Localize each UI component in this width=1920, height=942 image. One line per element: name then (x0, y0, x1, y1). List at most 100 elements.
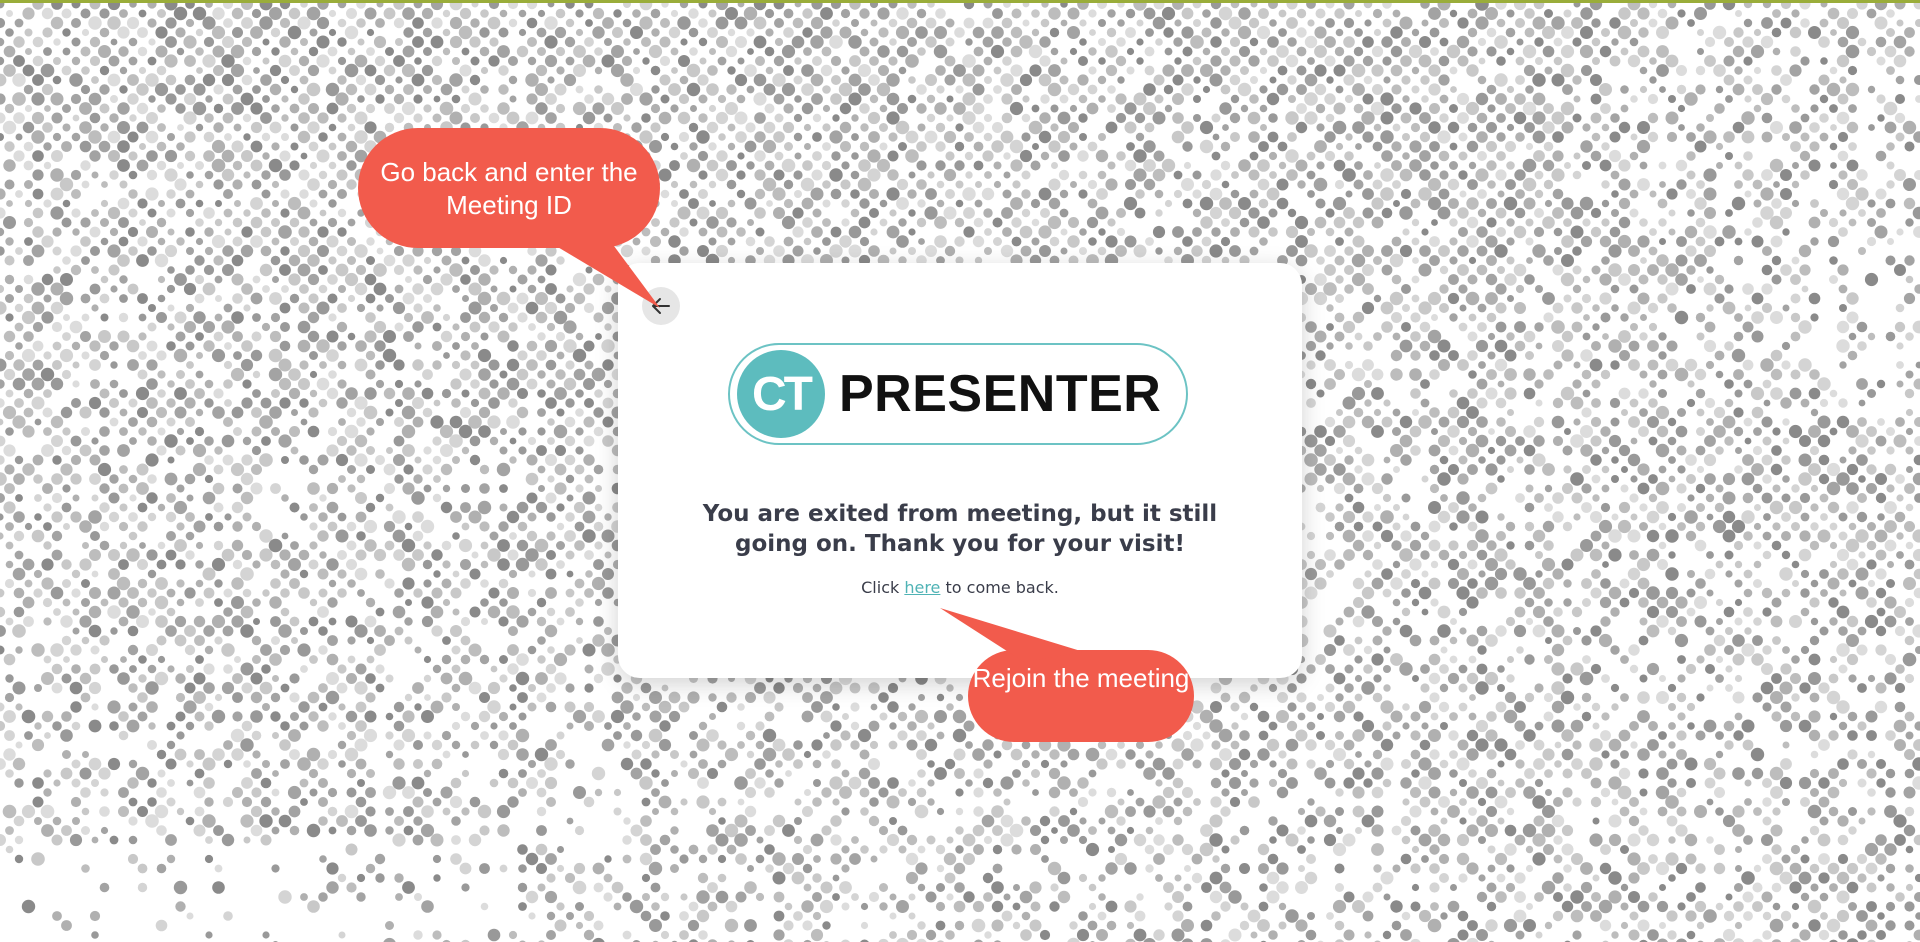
background-dot (1116, 208, 1126, 218)
background-dot (107, 16, 121, 30)
background-dot (1362, 359, 1374, 371)
background-dot (108, 511, 120, 523)
background-dot (347, 237, 356, 246)
background-dot (1677, 9, 1686, 18)
background-dot (1760, 35, 1774, 49)
background-dot (1097, 170, 1107, 180)
background-dot (716, 36, 728, 48)
background-dot (1193, 19, 1201, 27)
background-dot (251, 46, 262, 57)
background-dot (566, 494, 574, 502)
background-dot (468, 510, 482, 524)
background-dot (1649, 228, 1657, 236)
background-dot (1078, 170, 1088, 180)
background-dot (1316, 484, 1325, 493)
background-dot (71, 37, 81, 47)
background-dot (402, 235, 415, 248)
background-dot (1893, 434, 1907, 448)
background-dot (412, 359, 424, 371)
background-dot (1560, 272, 1575, 287)
background-dot (1344, 246, 1354, 256)
background-dot (1428, 520, 1441, 533)
background-dot (1573, 95, 1581, 103)
background-dot (1420, 531, 1430, 541)
background-dot (440, 463, 453, 476)
background-dot (307, 311, 320, 324)
background-dot (1466, 235, 1479, 248)
background-dot (470, 113, 480, 123)
background-dot (421, 387, 434, 400)
background-dot (110, 95, 118, 103)
background-dot (412, 17, 424, 29)
background-dot (839, 235, 852, 248)
background-dot (1809, 122, 1820, 133)
background-dot (1618, 330, 1631, 343)
background-dot (1304, 35, 1318, 49)
background-dot (822, 104, 831, 113)
background-dot (1143, 140, 1156, 153)
background-dot (335, 92, 349, 106)
background-dot (259, 415, 273, 429)
background-dot (1695, 521, 1706, 532)
background-dot (964, 132, 974, 142)
background-dot (859, 46, 870, 57)
background-dot (271, 142, 280, 151)
background-dot (297, 320, 311, 334)
background-dot (1857, 341, 1867, 351)
background-dot (525, 73, 539, 87)
background-dot (936, 180, 945, 189)
background-dot (99, 540, 110, 551)
background-dot (1305, 340, 1317, 352)
background-dot (424, 124, 431, 131)
background-dot (1031, 9, 1040, 18)
background-dot (1886, 142, 1895, 151)
background-dot (1496, 455, 1506, 465)
background-dot (375, 18, 385, 28)
background-dot (1209, 206, 1223, 220)
background-dot (449, 111, 463, 125)
background-dot (1201, 179, 1212, 190)
background-dot (252, 85, 261, 94)
background-dot (1326, 76, 1334, 84)
background-dot (318, 132, 328, 142)
background-dot (1181, 7, 1194, 20)
background-dot (147, 322, 157, 332)
background-dot (1221, 47, 1230, 56)
background-dot (1572, 246, 1582, 256)
background-dot (927, 171, 935, 179)
background-dot (318, 398, 328, 408)
background-dot (526, 340, 538, 352)
background-dot (1390, 368, 1403, 381)
background-dot (1772, 47, 1781, 56)
background-dot (383, 254, 396, 267)
background-dot (507, 302, 519, 314)
background-dot (698, 94, 708, 104)
background-dot (498, 312, 509, 323)
background-dot (1875, 435, 1887, 447)
background-dot (230, 63, 245, 78)
background-dot (726, 84, 737, 95)
background-dot (698, 189, 708, 199)
background-dot (1630, 95, 1638, 103)
background-dot (878, 65, 889, 76)
background-dot (1181, 26, 1194, 39)
background-dot (822, 180, 831, 189)
background-dot (221, 149, 235, 163)
background-dot (43, 142, 52, 151)
background-dot (756, 247, 764, 255)
background-dot (461, 446, 470, 455)
background-dot (440, 330, 453, 343)
background-dot (545, 245, 557, 257)
background-dot (107, 244, 121, 258)
background-dot (499, 256, 508, 265)
background-dot (1237, 82, 1252, 97)
background-dot (1335, 503, 1344, 512)
background-dot (490, 285, 498, 293)
background-dot (138, 313, 147, 322)
background-dot (1620, 313, 1629, 322)
background-dot (575, 446, 584, 455)
background-dot (1637, 7, 1650, 20)
background-dot (1354, 28, 1363, 37)
background-dot (119, 275, 128, 284)
background-dot (128, 170, 138, 180)
